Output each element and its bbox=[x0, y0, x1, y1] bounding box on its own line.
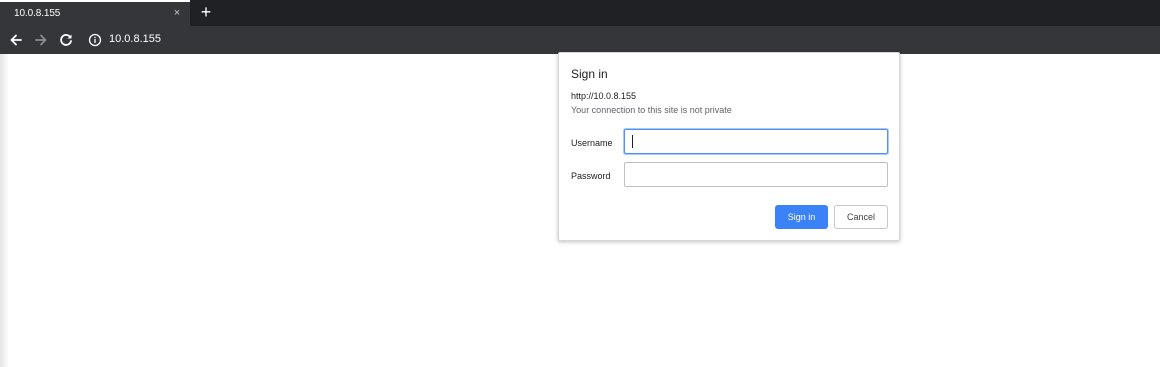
new-tab-icon[interactable]: + bbox=[196, 2, 216, 22]
forward-arrow-icon[interactable] bbox=[31, 30, 51, 50]
tab-close-icon[interactable]: × bbox=[170, 6, 184, 20]
password-input[interactable] bbox=[624, 162, 888, 187]
page-edge-shadow bbox=[0, 54, 9, 367]
cancel-button[interactable]: Cancel bbox=[834, 205, 888, 229]
tab-strip: 10.0.8.155 × + bbox=[0, 0, 1160, 26]
info-icon[interactable] bbox=[86, 31, 104, 49]
sign-in-button[interactable]: Sign in bbox=[775, 205, 828, 229]
back-arrow-icon[interactable] bbox=[6, 30, 26, 50]
tab-active[interactable]: 10.0.8.155 × bbox=[0, 0, 190, 26]
browser-toolbar: 10.0.8.155 bbox=[0, 26, 1160, 54]
dialog-warning: Your connection to this site is not priv… bbox=[571, 105, 732, 115]
reload-icon[interactable] bbox=[56, 30, 76, 50]
dialog-origin: http://10.0.8.155 bbox=[571, 91, 637, 101]
sign-in-dialog: Sign in http://10.0.8.155 Your connectio… bbox=[558, 52, 900, 241]
username-label: Username bbox=[571, 138, 613, 148]
text-caret bbox=[632, 135, 633, 148]
password-label: Password bbox=[571, 171, 611, 181]
username-input[interactable] bbox=[624, 129, 888, 154]
tab-title: 10.0.8.155 bbox=[14, 8, 61, 19]
address-bar-url[interactable]: 10.0.8.155 bbox=[109, 33, 161, 45]
dialog-title: Sign in bbox=[571, 67, 608, 81]
